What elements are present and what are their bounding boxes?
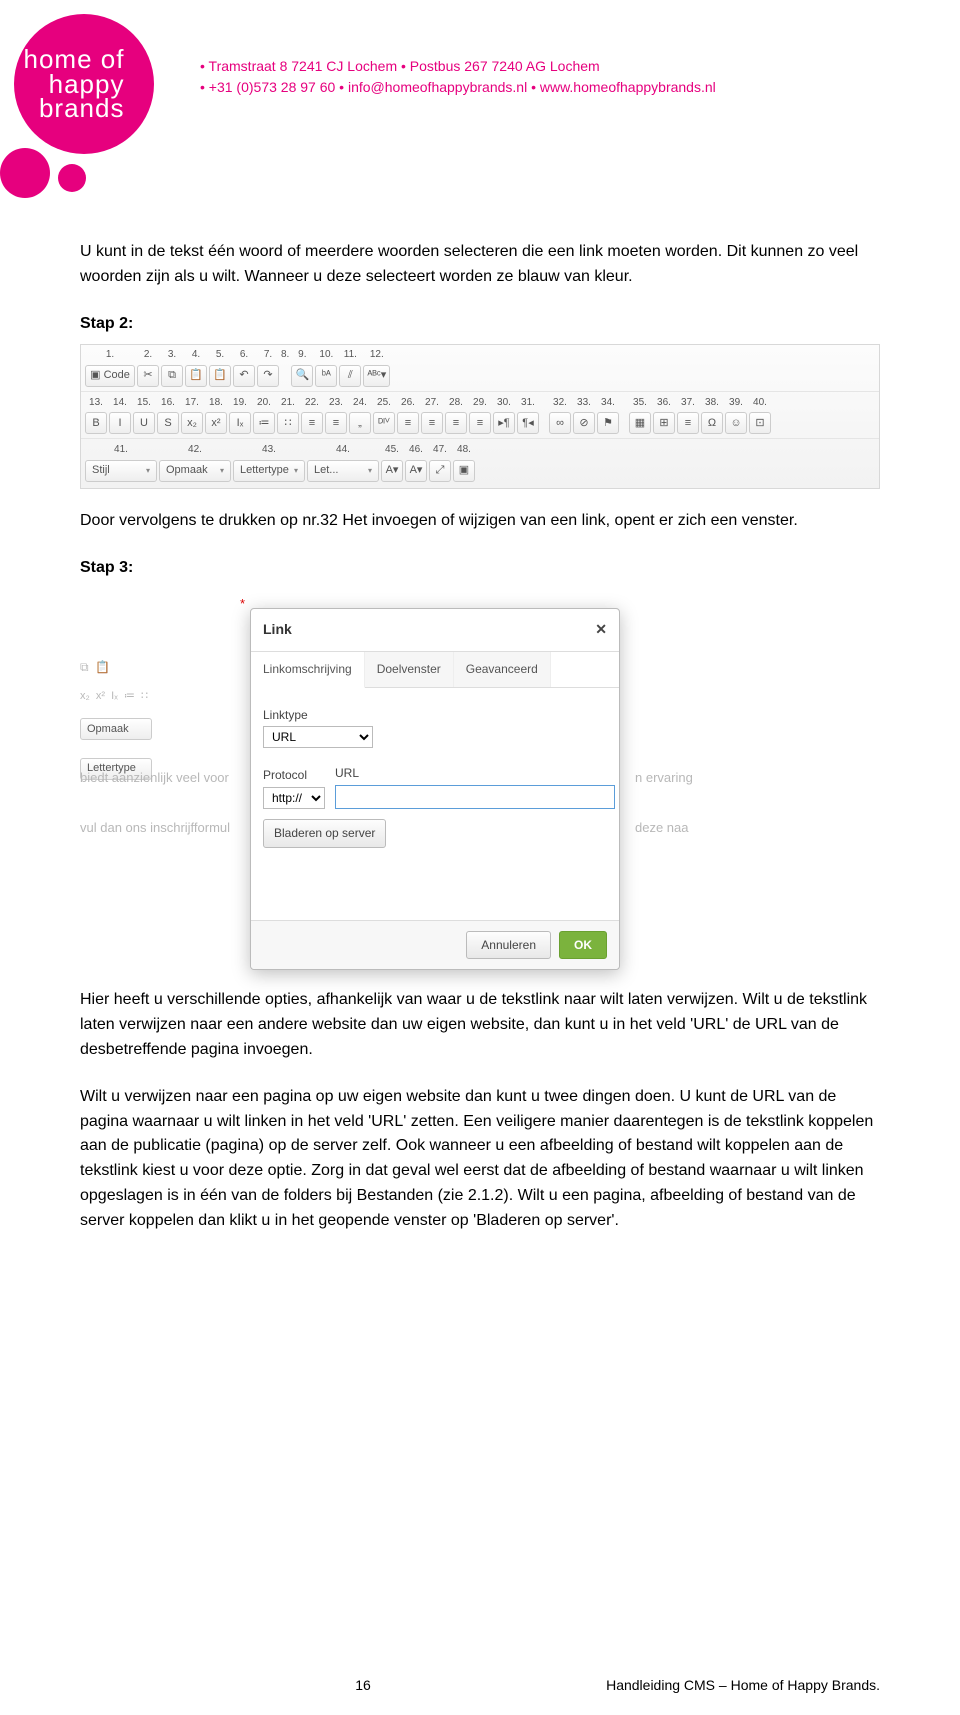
toolbar-button[interactable]: ↷	[257, 365, 279, 387]
dialog-title: Link	[263, 619, 292, 641]
linktype-label: Linktype	[263, 706, 607, 725]
tab-link-description[interactable]: Linkomschrijving	[251, 652, 365, 688]
tab-advanced[interactable]: Geavanceerd	[454, 652, 551, 687]
toolbar-select[interactable]: Let...▾	[307, 460, 379, 482]
url-label: URL	[335, 764, 615, 783]
toolbar-button[interactable]: ∞	[549, 412, 571, 434]
bg-asterisk: *	[240, 594, 245, 614]
toolbar-button[interactable]: ≡	[397, 412, 419, 434]
contact-block: • Tramstraat 8 7241 CJ Lochem • Postbus …	[200, 56, 716, 98]
toolbar-button[interactable]: ▸¶	[493, 412, 515, 434]
toolbar-button[interactable]: ⊞	[653, 412, 675, 434]
toolbar-select[interactable]: Opmaak▾	[159, 460, 231, 482]
paragraph-3: Hier heeft u verschillende opties, afhan…	[80, 988, 880, 1062]
logo-dot1	[0, 148, 50, 198]
doc-title: Handleiding CMS – Home of Happy Brands.	[606, 1677, 880, 1693]
toolbar-button[interactable]: ᴰᴵⱽ	[373, 412, 395, 434]
toolbar-button[interactable]: „	[349, 412, 371, 434]
ok-button[interactable]: OK	[559, 931, 607, 960]
toolbar-button[interactable]: ≡	[301, 412, 323, 434]
toolbar-button[interactable]: ᴬᴮᶜ▾	[363, 365, 390, 387]
toolbar-button[interactable]: S	[157, 412, 179, 434]
toolbar-button[interactable]: ¶◂	[517, 412, 539, 434]
toolbar-button[interactable]: ≔	[253, 412, 275, 434]
toolbar-button[interactable]: ☺	[725, 412, 747, 434]
toolbar-select[interactable]: Stijl▾	[85, 460, 157, 482]
toolbar-button[interactable]: ▣ Code	[85, 365, 135, 387]
page-footer: 16 Handleiding CMS – Home of Happy Brand…	[0, 1677, 960, 1693]
toolbar-button[interactable]: I	[109, 412, 131, 434]
toolbar-button[interactable]: 📋	[185, 365, 207, 387]
page-number: 16	[355, 1677, 371, 1693]
toolbar-button[interactable]: Iₓ	[229, 412, 251, 434]
bg-text-b: n ervaring	[635, 768, 693, 788]
browse-server-button[interactable]: Bladeren op server	[263, 819, 386, 848]
step2-label: Stap 2:	[80, 312, 880, 337]
logo-dot2	[58, 164, 86, 192]
toolbar-select[interactable]: Lettertype▾	[233, 460, 305, 482]
close-icon[interactable]: ✕	[595, 619, 607, 641]
toolbar-button[interactable]: Ω	[701, 412, 723, 434]
logo-circle: home of happy brands	[14, 14, 154, 154]
step3-label: Stap 3:	[80, 556, 880, 581]
page-content: U kunt in de tekst één woord of meerdere…	[0, 180, 960, 1234]
toolbar-button[interactable]: ▦	[629, 412, 651, 434]
tab-target-window[interactable]: Doelvenster	[365, 652, 454, 687]
toolbar-button[interactable]: x₂	[181, 412, 203, 434]
toolbar-button[interactable]: B	[85, 412, 107, 434]
protocol-label: Protocol	[263, 766, 325, 785]
link-dialog-screenshot: * ⧉ 📋 x₂ x² Iₓ ≔ ∷ Opmaak Lettertype bie…	[80, 588, 880, 968]
bg-text-c: vul dan ons inschrijfformul	[80, 818, 230, 838]
toolbar-button[interactable]: ≡	[677, 412, 699, 434]
linktype-select[interactable]: URL	[263, 726, 373, 748]
toolbar-button[interactable]: ⤢	[429, 460, 451, 482]
paragraph-1: U kunt in de tekst één woord of meerdere…	[80, 240, 880, 290]
paragraph-4: Wilt u verwijzen naar een pagina op uw e…	[80, 1085, 880, 1234]
link-dialog: Link ✕ Linkomschrijving Doelvenster Geav…	[250, 608, 620, 970]
page-header: home of happy brands • Tramstraat 8 7241…	[0, 0, 960, 180]
toolbar-button[interactable]: 🔍	[291, 365, 313, 387]
bg-text-d: deze naa	[635, 818, 689, 838]
protocol-select[interactable]: http://	[263, 787, 325, 809]
toolbar-button[interactable]: ⊘	[573, 412, 595, 434]
url-input[interactable]	[335, 785, 615, 809]
toolbar-button[interactable]: ✂	[137, 365, 159, 387]
toolbar-button[interactable]: ∷	[277, 412, 299, 434]
toolbar-button[interactable]: A▾	[381, 460, 403, 482]
toolbar-button[interactable]: ⊡	[749, 412, 771, 434]
logo-line3: brands	[39, 93, 125, 123]
toolbar-button[interactable]: ⚑	[597, 412, 619, 434]
toolbar-button[interactable]: 📋	[209, 365, 231, 387]
paragraph-2: Door vervolgens te drukken op nr.32 Het …	[80, 509, 880, 534]
toolbar-button[interactable]: ⧉	[161, 365, 183, 387]
toolbar-button[interactable]: ᵇᴬ	[315, 365, 337, 387]
toolbar-button[interactable]: ≡	[469, 412, 491, 434]
contact-line2: • +31 (0)573 28 97 60 • info@homeofhappy…	[200, 77, 716, 98]
toolbar-button[interactable]: ≡	[421, 412, 443, 434]
toolbar-button[interactable]: ↶	[233, 365, 255, 387]
toolbar-button[interactable]: A▾	[405, 460, 427, 482]
toolbar-button[interactable]: ▣	[453, 460, 475, 482]
toolbar-button[interactable]: ⫽	[339, 365, 361, 387]
editor-toolbar: 1.▣ Code2.✂3.⧉4.📋5.📋6.↶7.↷8.9.🔍10.ᵇᴬ11.⫽…	[80, 344, 880, 489]
contact-line1: • Tramstraat 8 7241 CJ Lochem • Postbus …	[200, 56, 716, 77]
toolbar-button[interactable]: ≡	[325, 412, 347, 434]
bg-text-a: biedt aanzienlijk veel voor	[80, 768, 229, 788]
toolbar-button[interactable]: x²	[205, 412, 227, 434]
cancel-button[interactable]: Annuleren	[466, 931, 551, 960]
toolbar-button[interactable]: U	[133, 412, 155, 434]
toolbar-button[interactable]: ≡	[445, 412, 467, 434]
